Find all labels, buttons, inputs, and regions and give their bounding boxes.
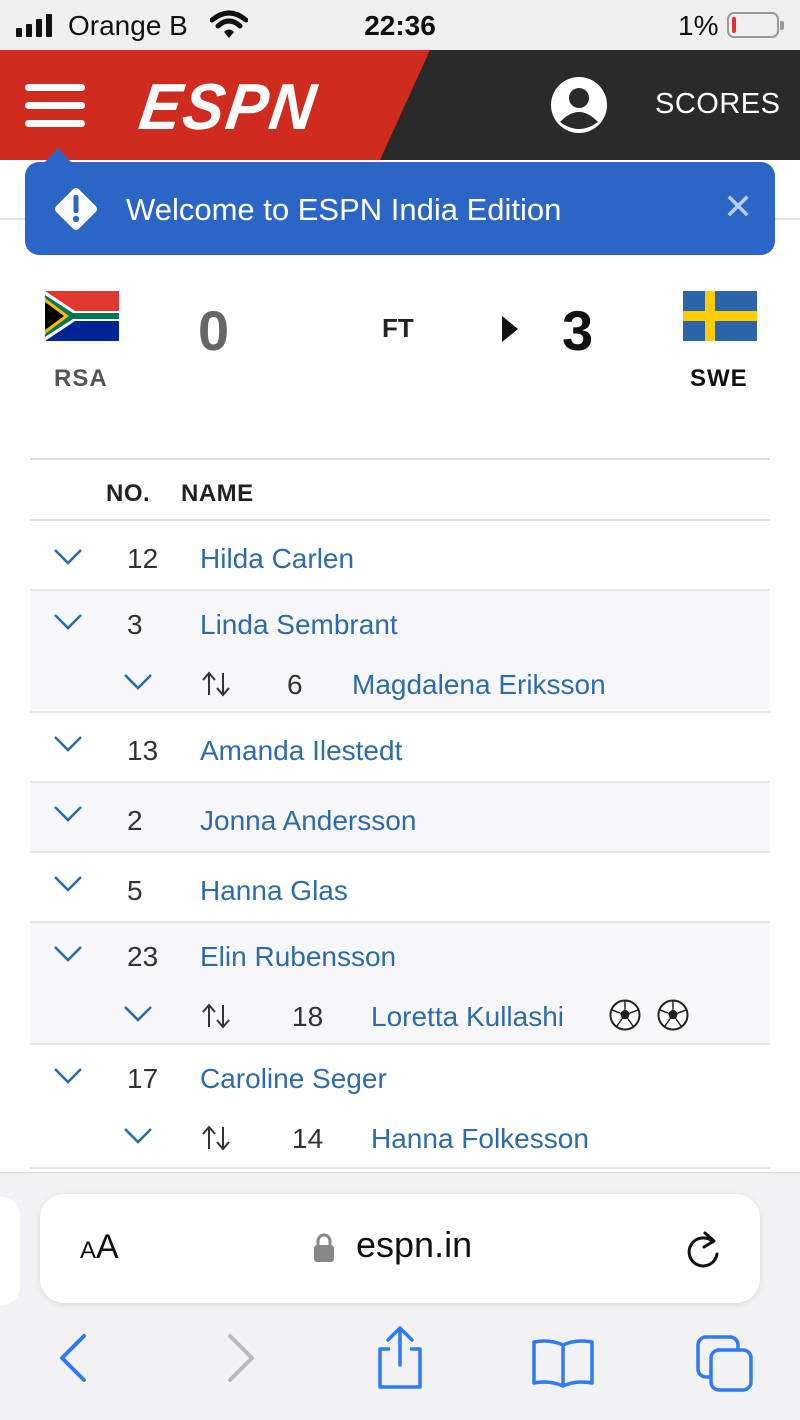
forward-icon[interactable] [224,1333,258,1383]
chevron-down-icon[interactable] [123,1127,153,1145]
player-number: 13 [127,735,159,766]
player-name[interactable]: Linda Sembrant [200,609,398,641]
chevron-down-icon[interactable] [53,548,83,566]
bookmarks-icon[interactable] [530,1337,596,1389]
player-number: 17 [127,1063,159,1094]
battery-percent: 1% [678,10,719,41]
column-name: NAME [181,480,254,507]
text-size-button[interactable]: AA [80,1228,119,1267]
table-row[interactable]: 23 Elin Rubensson 18 Loretta Kullashi [30,923,770,1045]
sub-player-number: 6 [287,669,303,700]
player-number: 23 [127,941,159,972]
player-name[interactable]: Caroline Seger [200,1063,387,1095]
sub-player-number: 18 [292,1001,324,1032]
table-row[interactable]: 3 Linda Sembrant 6 Magdalena Eriksson [30,591,770,713]
winner-arrow-icon [502,316,518,342]
url-text[interactable]: espn.in [356,1224,472,1266]
reload-icon[interactable] [683,1228,723,1272]
chevron-down-icon[interactable] [53,805,83,823]
lineup-table: NO. NAME 12 Hilda Carlen 3 Linda Sembran… [30,458,770,1169]
chevron-down-icon[interactable] [53,1067,83,1085]
menu-icon[interactable] [25,84,85,128]
goal-ball-icon [609,999,641,1031]
player-number: 3 [127,609,143,640]
home-team-abbr[interactable]: RSA [54,365,108,393]
table-header: NO. NAME [30,460,770,521]
goal-ball-icon [657,999,689,1031]
sub-player-name[interactable]: Loretta Kullashi [371,1001,564,1033]
column-number: NO. [106,480,151,507]
chevron-down-icon[interactable] [53,875,83,893]
chevron-down-icon[interactable] [123,1005,153,1023]
battery-icon [727,12,784,38]
chevron-down-icon[interactable] [53,945,83,963]
chevron-down-icon[interactable] [123,673,153,691]
table-row[interactable]: 17 Caroline Seger 14 Hanna Folkesson [30,1045,770,1169]
table-row[interactable]: 5 Hanna Glas [30,853,770,923]
scores-link[interactable]: SCORES [655,88,780,121]
share-icon[interactable] [372,1325,428,1391]
alert-icon [55,188,97,230]
match-status: FT [382,313,414,343]
back-icon[interactable] [56,1333,90,1383]
away-score: 3 [562,299,594,362]
address-bar[interactable]: AA espn.in [40,1194,760,1303]
espn-logo[interactable]: ESPN [135,70,322,145]
sub-player-name[interactable]: Hanna Folkesson [371,1123,589,1155]
player-number: 12 [127,543,159,574]
player-name[interactable]: Amanda Ilestedt [200,735,402,767]
profile-icon[interactable] [550,76,608,134]
table-row[interactable]: 13 Amanda Ilestedt [30,713,770,783]
close-icon[interactable]: ✕ [723,186,753,228]
away-team-abbr[interactable]: SWE [690,365,748,393]
sub-player-number: 14 [292,1123,324,1154]
player-name[interactable]: Hilda Carlen [200,543,354,575]
substitution-icon [202,1003,230,1029]
browser-toolbar: AA espn.in [0,1172,800,1420]
player-name[interactable]: Elin Rubensson [200,941,396,973]
table-row[interactable]: 2 Jonna Andersson [30,783,770,853]
chevron-down-icon[interactable] [53,735,83,753]
player-number: 2 [127,805,143,836]
tabs-icon[interactable] [694,1333,756,1395]
chevron-down-icon[interactable] [53,613,83,631]
substitution-icon [202,1125,230,1151]
sub-player-name[interactable]: Magdalena Eriksson [352,669,606,701]
rsa-flag-icon [45,291,119,341]
lock-icon [314,1233,334,1262]
home-score: 0 [198,299,230,362]
site-header: ESPN SCORES [0,50,800,160]
player-number: 5 [127,875,143,906]
swe-flag-icon [683,291,757,341]
previous-tab-peek[interactable] [0,1197,20,1305]
banner-pointer [44,148,72,163]
player-name[interactable]: Jonna Andersson [200,805,416,837]
banner-message: Welcome to ESPN India Edition [126,192,562,227]
table-row[interactable]: 12 Hilda Carlen [30,521,770,591]
player-name[interactable]: Hanna Glas [200,875,348,907]
substitution-icon [202,671,230,697]
status-bar: Orange B 22:36 1% [0,0,800,50]
welcome-banner: Welcome to ESPN India Edition ✕ [25,162,775,255]
